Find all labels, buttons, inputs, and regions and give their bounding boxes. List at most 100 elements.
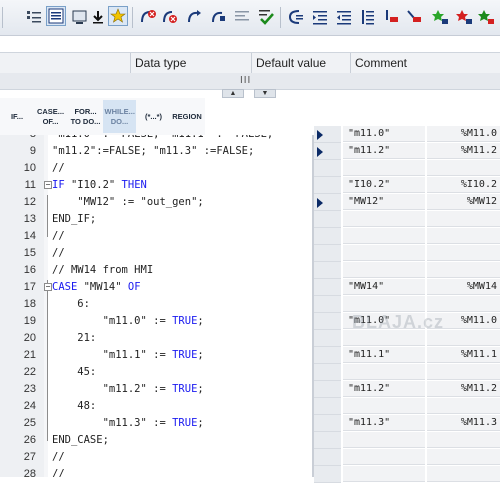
monitor-operand-name: "m11.0" (343, 126, 425, 142)
monitor-row[interactable] (314, 228, 500, 245)
column-default-value[interactable]: Default value (251, 53, 350, 73)
code-text: "m11.2" := TRUE; (52, 383, 204, 395)
code-line[interactable]: 17− CASE "MW14" OF (0, 279, 312, 296)
line-number: 26 (23, 434, 36, 446)
snippet-case[interactable]: CASE... OF... (33, 100, 68, 133)
code-text: 21: (52, 332, 97, 344)
breakpoint-marker-icon (317, 130, 323, 140)
monitor-row[interactable] (314, 211, 500, 228)
snippet-if[interactable]: IF... (2, 100, 32, 133)
line-number: 23 (23, 383, 36, 395)
monitor-row[interactable]: "I10.2" %I10.2 (314, 177, 500, 194)
monitor-operand-address: %M11.1 (427, 347, 500, 363)
bookmark-prev-icon[interactable] (404, 7, 424, 27)
code-line[interactable]: 20 21: (0, 330, 312, 347)
column-data-type[interactable]: Data type (130, 53, 251, 73)
monitor-row[interactable] (314, 398, 500, 415)
line-number: 14 (23, 230, 36, 242)
monitor-row[interactable] (314, 432, 500, 449)
collapse-up-icon[interactable]: ▲ (222, 89, 244, 98)
favorite-star-icon[interactable] (108, 6, 128, 26)
code-text: 48: (52, 400, 97, 412)
monitor-row[interactable] (314, 160, 500, 177)
snippet-while[interactable]: WHILE... DO... (103, 100, 136, 133)
code-line[interactable]: 10 // (0, 160, 312, 177)
monitor-operand-address (427, 364, 500, 380)
snippet-for-label: FOR... TO DO... (70, 106, 101, 126)
line-number: 18 (23, 298, 36, 310)
monitor-status-cell (314, 279, 341, 296)
monitor-row[interactable] (314, 466, 500, 483)
extra-icon[interactable] (476, 7, 496, 27)
go-to-icon[interactable] (208, 7, 228, 27)
code-line[interactable]: 27 // (0, 449, 312, 466)
code-line[interactable]: 22 45: (0, 364, 312, 381)
indent-list-icon[interactable] (24, 7, 44, 27)
jump-back-icon[interactable] (286, 7, 306, 27)
code-line[interactable]: 14 // (0, 228, 312, 245)
code-line[interactable]: 11− IF "I10.2" THEN (0, 177, 312, 194)
code-text: "MW12" := "out_gen"; (52, 196, 204, 208)
code-line[interactable]: 19 "m11.0" := TRUE; (0, 313, 312, 330)
code-line[interactable]: 8 "m11.0" := FALSE; "m11.1" := FALSE; (0, 135, 312, 143)
go-to-icon[interactable] (184, 7, 204, 27)
panel-splitter[interactable]: III (0, 73, 500, 90)
fold-toggle-icon[interactable]: − (44, 181, 52, 189)
expand-down-icon[interactable]: ▼ (254, 89, 276, 98)
monitor-row[interactable]: "m11.2" %M11.2 (314, 381, 500, 398)
code-editor[interactable]: 8 "m11.0" := FALSE; "m11.1" := FALSE; 9 "m… (0, 135, 312, 477)
line-number: 16 (23, 264, 36, 276)
snippet-for[interactable]: FOR... TO DO... (69, 100, 102, 133)
indent-increase-icon[interactable] (310, 7, 330, 27)
monitor-row[interactable]: "m11.0" %M11.0 (314, 126, 500, 143)
monitor-row[interactable]: "MW12" %MW12 (314, 194, 500, 211)
code-line[interactable]: 25 "m11.3" := TRUE; (0, 415, 312, 432)
bookmark-next-icon[interactable] (382, 7, 402, 27)
line-number: 21 (23, 349, 36, 361)
comment-lines-icon[interactable] (232, 7, 252, 27)
line-number: 13 (23, 213, 36, 225)
column-comment[interactable]: Comment (350, 53, 500, 73)
indent-decrease-icon[interactable] (334, 7, 354, 27)
code-line[interactable]: 26 END_CASE; (0, 432, 312, 449)
download-arrow-icon[interactable] (88, 7, 108, 27)
delete-red-icon[interactable] (454, 7, 474, 27)
code-line[interactable]: 15 // (0, 245, 312, 262)
code-line[interactable]: 13 END_IF; (0, 211, 312, 228)
check-green-icon[interactable] (256, 7, 276, 27)
clear-all-watch-icon[interactable] (160, 7, 180, 27)
code-line[interactable]: 28 // (0, 466, 312, 477)
code-text: // (52, 247, 65, 259)
code-line[interactable]: 18 6: (0, 296, 312, 313)
monitor-row[interactable]: "m11.2" %M11.2 (314, 143, 500, 160)
splitter-arrows: ▲ ▼ (220, 89, 280, 98)
monitor-row[interactable] (314, 364, 500, 381)
monitor-row[interactable] (314, 262, 500, 279)
code-line[interactable]: 24 48: (0, 398, 312, 415)
monitor-status-cell (314, 330, 341, 347)
code-line[interactable]: 16 // MW14 from HMI (0, 262, 312, 279)
code-line[interactable]: 21 "m11.1" := TRUE; (0, 347, 312, 364)
line-number: 10 (23, 162, 36, 174)
monitor-operand-name (343, 228, 425, 244)
code-line[interactable]: 23 "m11.2" := TRUE; (0, 381, 312, 398)
insert-green-icon[interactable] (430, 7, 450, 27)
monitor-row[interactable]: "MW14" %MW14 (314, 279, 500, 296)
outline-view-icon[interactable] (46, 6, 66, 26)
monitor-screen-icon[interactable] (70, 7, 90, 27)
code-line[interactable]: 9 "m11.2":=FALSE; "m11.3" :=FALSE; (0, 143, 312, 160)
monitor-status-cell (314, 143, 341, 160)
monitor-operand-name (343, 160, 425, 176)
snippet-region[interactable]: REGION (170, 100, 204, 133)
monitor-row[interactable] (314, 449, 500, 466)
monitor-row[interactable] (314, 245, 500, 262)
bookmark-set-icon[interactable] (358, 7, 378, 27)
splitter-grip: III (240, 75, 252, 86)
monitor-row[interactable]: "m11.3" %M11.3 (314, 415, 500, 432)
fold-toggle-icon[interactable]: − (44, 283, 52, 291)
clear-watch-icon[interactable] (138, 7, 158, 27)
code-line[interactable]: 12 "MW12" := "out_gen"; (0, 194, 312, 211)
monitor-row[interactable]: "m11.1" %M11.1 (314, 347, 500, 364)
monitor-row[interactable] (314, 296, 500, 313)
snippet-comment[interactable]: (*...*) (137, 100, 170, 133)
